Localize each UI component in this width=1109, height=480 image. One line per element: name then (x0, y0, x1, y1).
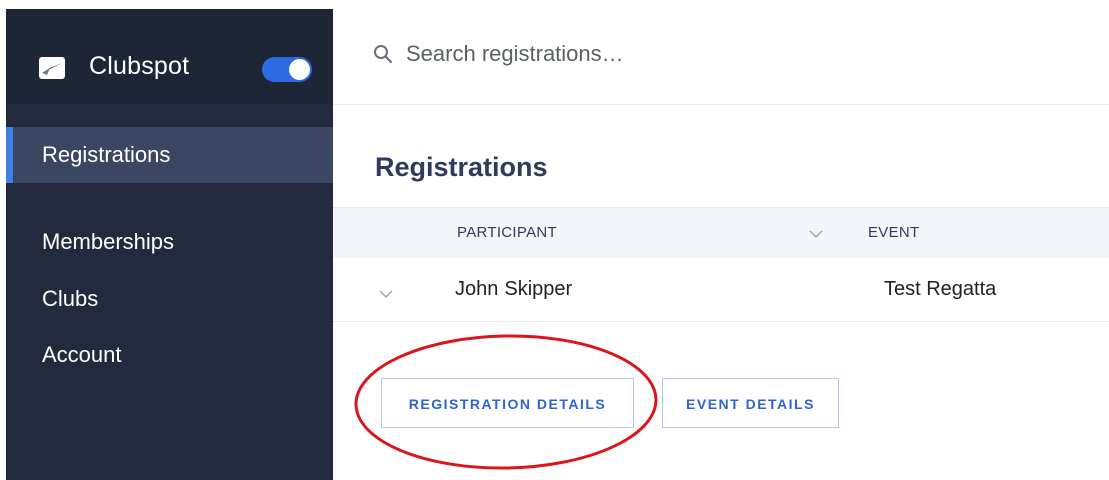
sidebar-item-clubs[interactable]: Clubs (6, 271, 333, 327)
table-header: PARTICIPANT EVENT (333, 207, 1109, 259)
brand-name[interactable]: Clubspot (89, 52, 189, 81)
sidebar-item-memberships[interactable]: Memberships (6, 214, 333, 270)
search-input[interactable] (406, 36, 906, 72)
page-title: Registrations (375, 152, 548, 182)
paper-plane-icon[interactable] (39, 57, 65, 79)
participant-name: John Skipper (455, 258, 572, 321)
chevron-down-icon[interactable] (809, 226, 823, 244)
table-row[interactable]: John Skipper Test Regatta (333, 258, 1109, 322)
event-details-button[interactable]: EVENT DETAILS (662, 378, 839, 428)
registration-details-button[interactable]: REGISTRATION DETAILS (381, 378, 634, 428)
search-bar (333, 0, 1109, 105)
toggle-knob (289, 59, 310, 80)
sidebar-item-account[interactable]: Account (6, 327, 333, 383)
chevron-down-icon[interactable] (379, 286, 393, 304)
sidebar-item-registrations[interactable]: Registrations (6, 127, 333, 183)
column-header-participant[interactable]: PARTICIPANT (457, 208, 557, 258)
column-header-event[interactable]: EVENT (868, 208, 920, 258)
sidebar: Clubspot Registrations Memberships Clubs… (6, 9, 333, 480)
participant-last-name: Skipper (504, 278, 573, 300)
participant-first-name: John (455, 278, 499, 300)
mode-toggle[interactable] (262, 57, 312, 82)
brand-bar: Clubspot (6, 9, 333, 104)
event-name: Test Regatta (884, 278, 997, 300)
search-icon (373, 44, 393, 69)
